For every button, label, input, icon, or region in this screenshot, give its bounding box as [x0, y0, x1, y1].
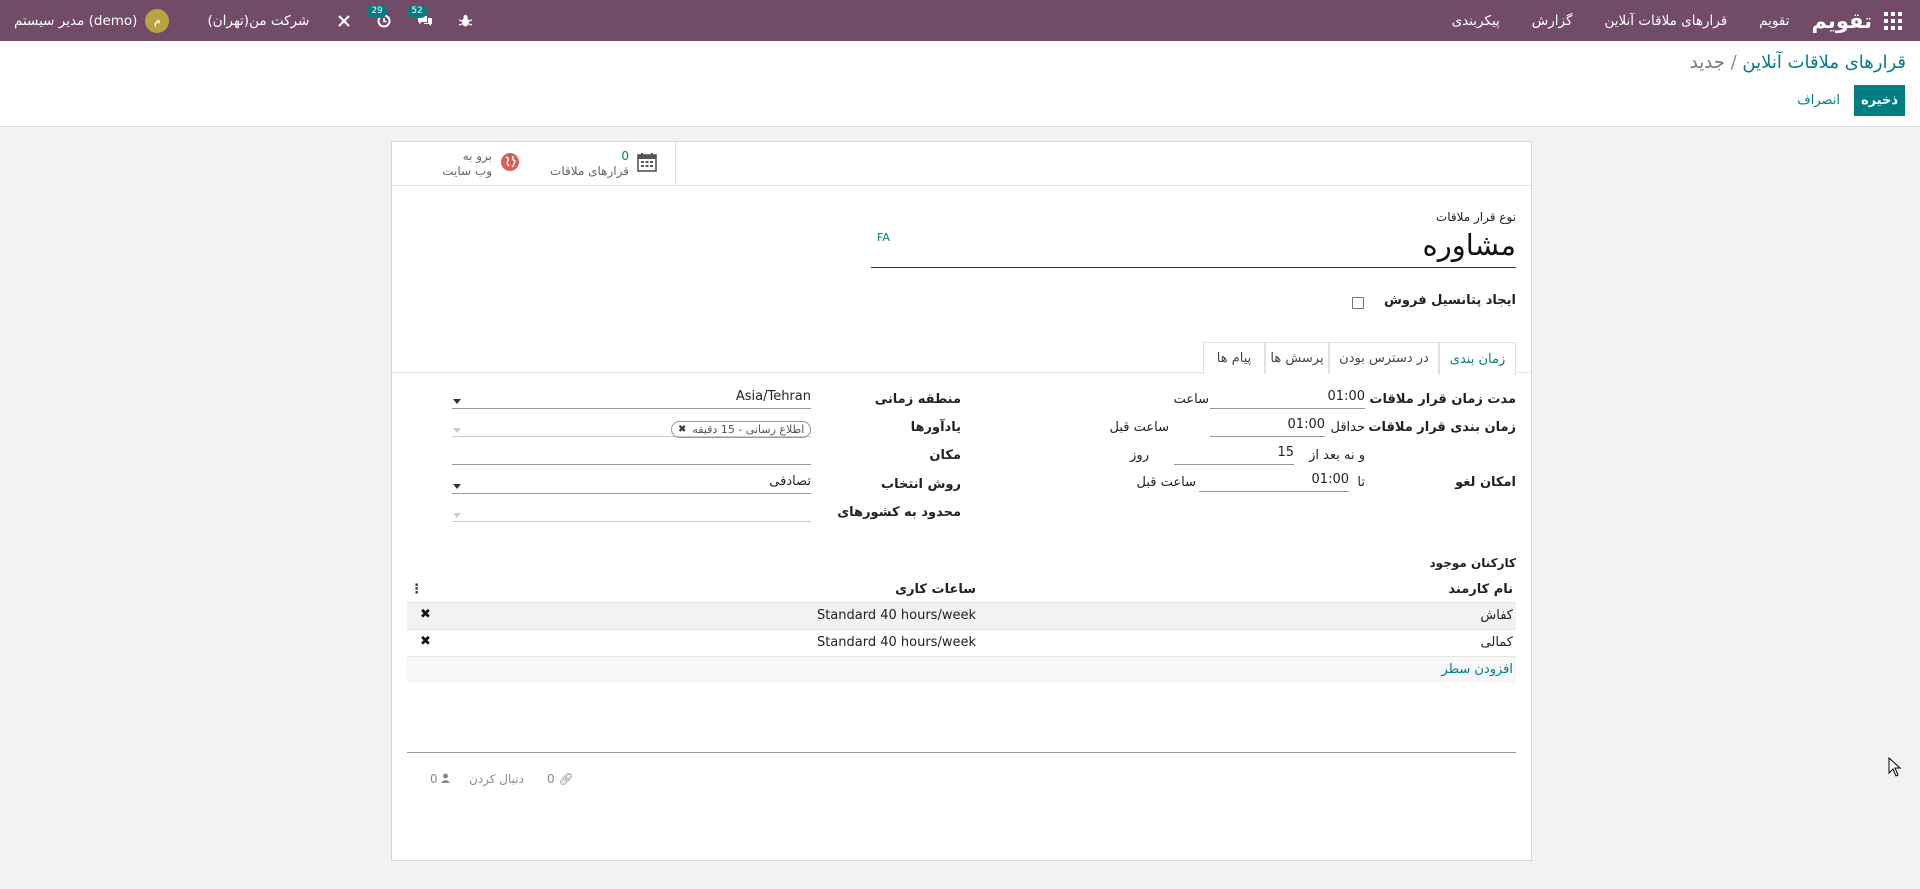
- paperclip-icon: 🔗︎: [558, 772, 574, 786]
- location-input[interactable]: [452, 445, 811, 465]
- website-label-line1: برو به: [462, 148, 492, 163]
- notebook-tabs: زمان بندی در دسترس بودن پرسش ها پیام ها: [392, 341, 1531, 375]
- avatar: م: [145, 8, 170, 33]
- assign-method-label: روش انتخاب: [881, 477, 961, 492]
- add-line-row: افزودن سطر: [407, 656, 1516, 683]
- add-line-link[interactable]: افزودن سطر: [1442, 662, 1513, 677]
- breadcrumb-current: جدید: [1689, 52, 1725, 73]
- menu-online-appointments[interactable]: قرارهای ملاقات آنلاین: [1604, 13, 1727, 29]
- countries-input[interactable]: [452, 502, 811, 522]
- followers-count-value: 0: [430, 772, 438, 786]
- duration-input[interactable]: 01:00: [1210, 389, 1365, 409]
- menu-reporting[interactable]: گزارش: [1532, 13, 1573, 29]
- follow-button[interactable]: دنبال کردن: [469, 772, 524, 786]
- user-menu[interactable]: مدیر سیستم (demo) م: [14, 8, 170, 33]
- location-label: مکان: [929, 448, 961, 463]
- create-opportunity-label: ایجاد پتانسیل فروش: [1383, 293, 1516, 308]
- company-switcher[interactable]: شرکت من(تهران): [207, 13, 309, 29]
- top-navbar: تقویم تقویم قرارهای ملاقات آنلاین گزارش …: [0, 0, 1920, 41]
- staff-section-label: کارکنان موجود: [1429, 556, 1516, 570]
- calendar-icon: [637, 152, 657, 176]
- scheduling-max-suffix: روز: [1130, 448, 1149, 463]
- duration-label: مدت زمان قرار ملاقات: [1369, 392, 1516, 407]
- appointment-type-label: نوع قرار ملاقات: [1435, 210, 1516, 224]
- table-row[interactable]: کمالی Standard 40 hours/week ✖: [407, 629, 1516, 656]
- employee-name-cell: کمالی: [1480, 635, 1513, 650]
- breadcrumb-parent[interactable]: قرارهای ملاقات آنلاین: [1742, 52, 1906, 73]
- language-button[interactable]: FA: [877, 231, 890, 244]
- control-panel: قرارهای ملاقات آنلاین / جدید ذخیره انصرا…: [0, 41, 1920, 127]
- working-hours-cell: Standard 40 hours/week: [816, 635, 976, 650]
- cancellation-input[interactable]: 01:00: [1199, 472, 1349, 492]
- reminder-tag: اطلاع رسانی - 15 دقیقه ✖: [671, 421, 812, 438]
- appointment-name-field[interactable]: مشاوره FA: [871, 228, 1516, 268]
- save-button[interactable]: ذخیره: [1854, 85, 1905, 116]
- employee-name-cell: کفاش: [1480, 608, 1513, 623]
- breadcrumb-separator: /: [1730, 52, 1737, 73]
- scheduling-max-input[interactable]: 15: [1174, 445, 1294, 465]
- scheduling-min-suffix: ساعت قبل: [1109, 420, 1170, 435]
- tab-availability[interactable]: در دسترس بودن: [1329, 342, 1439, 374]
- activity-badge: 29: [367, 4, 387, 18]
- menu-calendar[interactable]: تقویم: [1759, 13, 1789, 29]
- cancellation-label: امکان لغو: [1455, 475, 1516, 490]
- scheduling-label: زمان بندی قرار ملاقات: [1368, 420, 1516, 435]
- chat-icon[interactable]: 52: [407, 4, 433, 28]
- meetings-smart-button[interactable]: 0 قرارهای ملاقات: [534, 142, 676, 185]
- menu-configuration[interactable]: پیکربندی: [1452, 13, 1500, 29]
- assign-method-dropdown-caret[interactable]: [453, 484, 461, 489]
- attachments-count-value: 0: [547, 772, 555, 786]
- timezone-label: منطقه زمانی: [874, 392, 961, 407]
- tab-messages[interactable]: پیام ها: [1203, 342, 1265, 374]
- attachments-count[interactable]: 0 🔗︎: [547, 772, 574, 786]
- website-label-line2: وب سایت: [442, 163, 492, 178]
- mouse-cursor-icon: [1888, 756, 1902, 781]
- activity-clock-icon[interactable]: 29: [367, 4, 391, 28]
- cancellation-prefix: تا: [1357, 475, 1365, 490]
- timezone-dropdown-caret[interactable]: [453, 399, 461, 404]
- col-working-hours[interactable]: ساعات کاری: [895, 582, 976, 597]
- user-icon: [441, 772, 451, 786]
- scheduling-min-input[interactable]: 01:00: [1210, 417, 1325, 437]
- scheduling-min-prefix: حداقل: [1330, 420, 1365, 435]
- apps-grid-icon[interactable]: [1876, 11, 1910, 30]
- countries-label: محدود به کشورهای: [837, 505, 961, 520]
- reminders-dropdown-caret[interactable]: [453, 428, 461, 433]
- appointment-name-value: مشاوره: [1422, 228, 1516, 262]
- chatter-divider: [407, 752, 1516, 753]
- create-opportunity-checkbox[interactable]: [1352, 297, 1364, 309]
- globe-icon: [500, 152, 520, 176]
- followers-count[interactable]: 0: [430, 772, 451, 786]
- go-to-website-button[interactable]: برو به وب سایت: [392, 142, 534, 185]
- assign-method-select[interactable]: تصادفی: [452, 474, 811, 494]
- table-row[interactable]: کفاش Standard 40 hours/week ✖: [407, 602, 1516, 629]
- user-name: مدیر سیستم (demo): [14, 12, 138, 29]
- cancellation-suffix: ساعت قبل: [1136, 475, 1197, 490]
- form-sheet: 0 قرارهای ملاقات برو به وب سایت نوع قرار…: [391, 141, 1532, 861]
- meetings-label: قرارهای ملاقات: [550, 163, 629, 178]
- timezone-select[interactable]: Asia/Tehran: [452, 389, 811, 409]
- app-brand[interactable]: تقویم: [1811, 9, 1872, 33]
- delete-row-icon[interactable]: ✖: [420, 607, 431, 622]
- scheduling-max-prefix: و نه بعد از: [1309, 448, 1365, 463]
- delete-row-icon[interactable]: ✖: [420, 634, 431, 649]
- meetings-count: 0: [621, 148, 629, 163]
- reminder-tag-label: اطلاع رسانی - 15 دقیقه: [692, 423, 805, 436]
- optional-columns-icon[interactable]: ⋮: [410, 582, 423, 597]
- countries-dropdown-caret[interactable]: [453, 513, 461, 518]
- tab-scheduling[interactable]: زمان بندی: [1439, 342, 1516, 375]
- remove-tag-icon[interactable]: ✖: [678, 424, 686, 435]
- tools-icon[interactable]: [337, 14, 351, 28]
- duration-unit: ساعت: [1173, 392, 1209, 407]
- reminders-label: یادآورها: [910, 420, 961, 435]
- col-employee-name[interactable]: نام کارمند: [1448, 582, 1513, 597]
- chat-badge: 52: [407, 4, 427, 18]
- working-hours-cell: Standard 40 hours/week: [816, 608, 976, 623]
- tab-questions[interactable]: پرسش ها: [1265, 342, 1329, 374]
- discard-button[interactable]: انصراف: [1797, 85, 1840, 116]
- bug-icon[interactable]: [459, 14, 473, 28]
- smart-buttons: 0 قرارهای ملاقات برو به وب سایت: [392, 142, 1531, 186]
- breadcrumb: قرارهای ملاقات آنلاین / جدید: [1690, 52, 1906, 73]
